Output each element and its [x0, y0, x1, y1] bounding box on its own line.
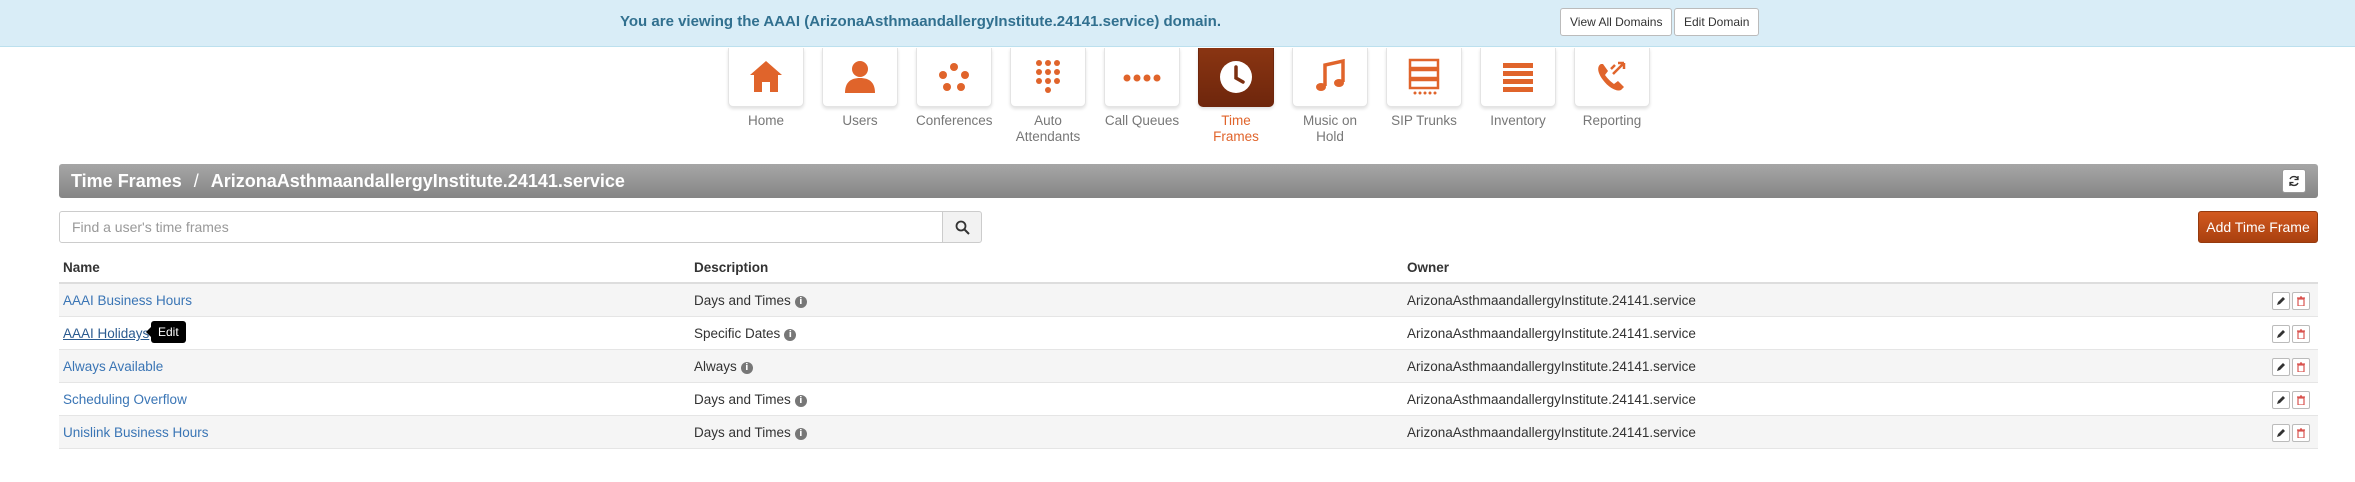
trash-icon — [2297, 362, 2305, 372]
trash-icon — [2297, 428, 2305, 438]
nav-item-inventory[interactable]: Inventory — [1480, 48, 1556, 129]
column-header-owner[interactable]: Owner — [1407, 260, 1449, 275]
domain-banner: You are viewing the AAAI (ArizonaAsthmaa… — [0, 0, 2355, 47]
table-header: Name Description Owner — [59, 258, 2318, 284]
time-frame-description: Specific Dates i — [694, 326, 797, 341]
breadcrumb-domain: ArizonaAsthmaandallergyInstitute.24141.s… — [210, 171, 625, 191]
dots-icon — [1123, 74, 1161, 82]
time-frame-owner: ArizonaAsthmaandallergyInstitute.24141.s… — [1407, 392, 1696, 407]
time-frame-owner: ArizonaAsthmaandallergyInstitute.24141.s… — [1407, 293, 1696, 308]
main-nav: Home Users Conferences Auto Attendants C… — [0, 48, 2355, 148]
pencil-icon — [2277, 429, 2285, 437]
breadcrumb-separator: / — [193, 171, 199, 191]
edit-button[interactable] — [2272, 391, 2290, 409]
trash-icon — [2297, 329, 2305, 339]
column-header-name[interactable]: Name — [63, 260, 100, 275]
nav-label-sip-trunks: SIP Trunks — [1391, 113, 1457, 128]
nav-item-sip-trunks[interactable]: SIP Trunks — [1386, 48, 1462, 129]
table-row: Unislink Business Hours Days and Times i … — [59, 416, 2318, 449]
edit-button[interactable] — [2272, 292, 2290, 310]
nav-label-auto-attendants: Auto Attendants — [1015, 113, 1081, 144]
trash-icon — [2297, 296, 2305, 306]
pencil-icon — [2277, 330, 2285, 338]
delete-button[interactable] — [2292, 292, 2310, 310]
time-frame-owner: ArizonaAsthmaandallergyInstitute.24141.s… — [1407, 425, 1696, 440]
edit-tooltip: Edit — [146, 321, 186, 343]
add-time-frame-button[interactable]: Add Time Frame — [2198, 211, 2318, 243]
delete-button[interactable] — [2292, 325, 2310, 343]
pencil-icon — [2277, 396, 2285, 404]
home-icon — [750, 61, 782, 92]
time-frame-owner: ArizonaAsthmaandallergyInstitute.24141.s… — [1407, 359, 1696, 374]
nav-label-time-frames: Time Frames — [1213, 113, 1259, 144]
delete-button[interactable] — [2292, 358, 2310, 376]
nav-label-inventory: Inventory — [1490, 113, 1546, 128]
search-icon — [955, 220, 970, 235]
time-frame-name-link[interactable]: AAAI Business Hours — [63, 293, 192, 308]
page-title: Time Frames / ArizonaAsthmaandallergyInsti… — [71, 171, 625, 192]
column-header-description[interactable]: Description — [694, 260, 768, 275]
time-frame-owner: ArizonaAsthmaandallergyInstitute.24141.s… — [1407, 326, 1696, 341]
nav-label-music-on-hold: Music on Hold — [1302, 113, 1358, 144]
phone-arrows-icon — [1598, 61, 1626, 91]
table-row: AAAI Business Hours Days and Times i Ariz… — [59, 284, 2318, 317]
time-frame-description: Always i — [694, 359, 753, 374]
edit-button[interactable] — [2272, 358, 2290, 376]
table-row: Scheduling Overflow Days and Times i Ariz… — [59, 383, 2318, 416]
music-note-icon — [1316, 58, 1345, 91]
nav-label-home: Home — [747, 113, 784, 128]
edit-button[interactable] — [2272, 424, 2290, 442]
list-icon — [1503, 63, 1533, 92]
nav-item-conferences[interactable]: Conferences — [916, 48, 993, 129]
breadcrumb-section: Time Frames — [71, 171, 182, 191]
info-icon[interactable]: i — [794, 428, 807, 440]
nav-label-call-queues: Call Queues — [1104, 113, 1180, 128]
domain-banner-message: You are viewing the AAAI (ArizonaAsthmaa… — [620, 13, 1221, 30]
time-frames-table: Name Description Owner AAAI Business Hou… — [59, 258, 2318, 449]
nav-item-users[interactable]: Users — [822, 48, 898, 129]
clock-icon — [1220, 61, 1252, 93]
delete-button[interactable] — [2292, 391, 2310, 409]
info-icon[interactable]: i — [784, 329, 797, 341]
nav-label-reporting: Reporting — [1582, 113, 1642, 128]
info-icon[interactable]: i — [794, 395, 807, 407]
conference-icon — [939, 63, 969, 91]
nav-item-call-queues[interactable]: Call Queues — [1104, 48, 1180, 129]
refresh-icon — [2289, 175, 2299, 187]
time-frame-name-link[interactable]: Always Available — [63, 359, 163, 374]
time-frame-description: Days and Times i — [694, 425, 807, 440]
nav-item-reporting[interactable]: Reporting — [1574, 48, 1650, 129]
info-icon[interactable]: i — [794, 296, 807, 308]
view-all-domains-button[interactable]: View All Domains — [1560, 8, 1673, 36]
server-icon — [1408, 58, 1440, 95]
time-frame-name-link[interactable]: AAAI Holidays — [63, 326, 149, 341]
nav-item-auto-attendants[interactable]: Auto Attendants — [1010, 48, 1086, 145]
table-row: Always Available Always i ArizonaAsthmaan… — [59, 350, 2318, 383]
keypad-icon — [1036, 60, 1060, 93]
edit-domain-button[interactable]: Edit Domain — [1674, 8, 1760, 36]
nav-item-music-on-hold[interactable]: Music on Hold — [1292, 48, 1368, 145]
trash-icon — [2297, 395, 2305, 405]
edit-button[interactable] — [2272, 325, 2290, 343]
user-icon — [845, 61, 875, 93]
table-row: AAAI Holidays Edit Specific Dates i Arizo… — [59, 317, 2318, 350]
search-button[interactable] — [942, 211, 982, 243]
refresh-button[interactable] — [2282, 169, 2306, 193]
nav-label-conferences: Conferences — [916, 113, 993, 128]
pencil-icon — [2277, 363, 2285, 371]
search-input[interactable] — [59, 211, 943, 243]
time-frame-name-link[interactable]: Scheduling Overflow — [63, 392, 187, 407]
time-frame-description: Days and Times i — [694, 293, 807, 308]
pencil-icon — [2277, 297, 2285, 305]
info-icon[interactable]: i — [740, 362, 753, 374]
time-frame-description: Days and Times i — [694, 392, 807, 407]
nav-item-home[interactable]: Home — [728, 48, 804, 129]
delete-button[interactable] — [2292, 424, 2310, 442]
nav-item-time-frames[interactable]: Time Frames — [1198, 48, 1274, 145]
nav-label-users: Users — [842, 113, 878, 128]
page-header-bar: Time Frames / ArizonaAsthmaandallergyInsti… — [59, 164, 2318, 198]
time-frame-name-link[interactable]: Unislink Business Hours — [63, 425, 209, 440]
